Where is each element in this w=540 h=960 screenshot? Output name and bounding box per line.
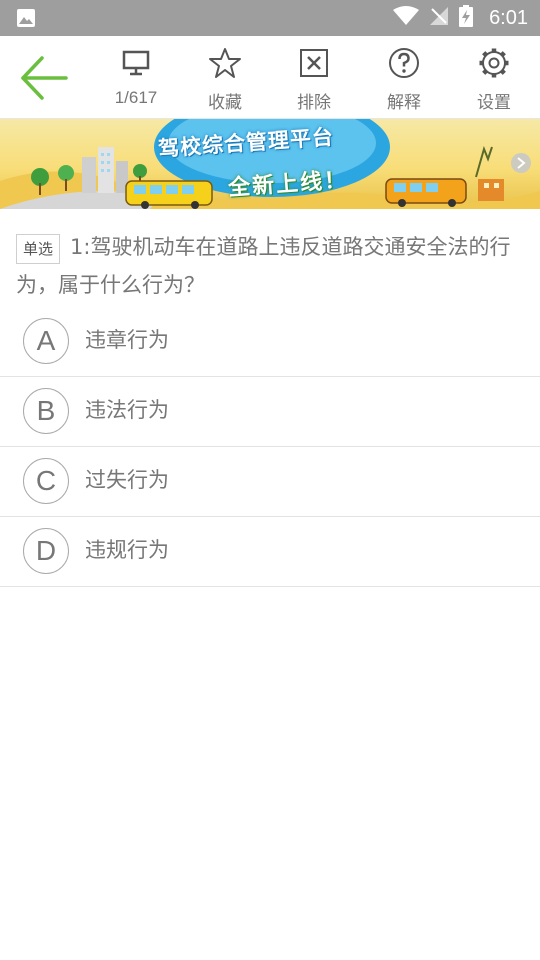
option-text: 违章行为 — [85, 328, 169, 352]
option-letter: D — [23, 528, 69, 574]
option-b[interactable]: B 违法行为 — [0, 377, 540, 447]
explain-label: 解释 — [387, 93, 421, 112]
progress-button[interactable]: 1/617 — [101, 42, 171, 114]
monitor-icon — [122, 50, 150, 76]
back-button[interactable] — [20, 56, 68, 100]
question: 单选 1:驾驶机动车在道路上违反道路交通安全法的行为，属于什么行为？ — [16, 228, 521, 304]
exclude-button[interactable]: 排除 — [279, 42, 349, 114]
option-text: 过失行为 — [85, 468, 169, 492]
image-notification-icon — [16, 8, 36, 32]
progress-label: 1/617 — [114, 88, 158, 107]
wifi-icon — [393, 6, 420, 30]
option-letter: B — [23, 388, 69, 434]
question-type-badge: 单选 — [16, 234, 61, 264]
help-icon — [389, 48, 419, 78]
star-icon — [209, 48, 241, 78]
option-c[interactable]: C 过失行为 — [0, 447, 540, 517]
favorite-label: 收藏 — [208, 93, 242, 112]
ad-banner[interactable]: 驾校综合管理平台 全新上线！ — [0, 119, 540, 209]
option-letter: C — [23, 458, 69, 504]
option-text: 违法行为 — [85, 398, 169, 422]
clock: 6:01 — [489, 6, 528, 29]
battery-charging-icon — [459, 5, 474, 31]
question-text: 1:驾驶机动车在道路上违反道路交通安全法的行为，属于什么行为？ — [16, 235, 511, 297]
option-a[interactable]: A 违章行为 — [0, 307, 540, 377]
toolbar: 1/617 收藏 排除 解释 设置 — [0, 36, 540, 119]
settings-label: 设置 — [477, 93, 511, 112]
gear-icon — [479, 48, 509, 78]
status-bar: 6:01 — [0, 0, 540, 36]
answer-options: A 违章行为 B 违法行为 C 过失行为 D 违规行为 — [0, 307, 540, 587]
no-signal-icon — [429, 6, 449, 30]
option-text: 违规行为 — [85, 538, 169, 562]
arrow-left-icon — [21, 56, 68, 100]
exclude-label: 排除 — [297, 93, 331, 112]
x-box-icon — [300, 49, 328, 77]
option-d[interactable]: D 违规行为 — [0, 517, 540, 587]
settings-button[interactable]: 设置 — [459, 42, 529, 114]
favorite-button[interactable]: 收藏 — [190, 42, 260, 114]
explain-button[interactable]: 解释 — [369, 42, 439, 114]
option-letter: A — [23, 318, 69, 364]
